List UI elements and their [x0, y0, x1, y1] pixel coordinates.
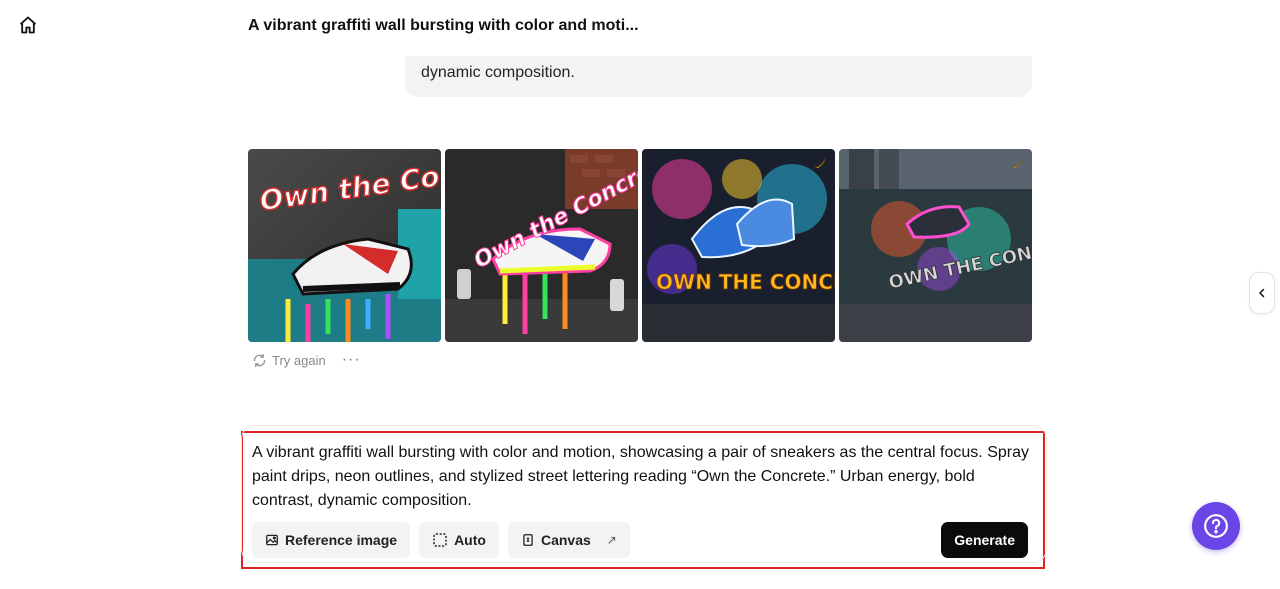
home-icon — [19, 16, 37, 34]
more-options-button[interactable]: ··· — [342, 352, 361, 368]
composer-toolbar: Reference image Auto Canvas ↗ — [252, 522, 630, 558]
generated-image-1[interactable]: Own the Concrete — [248, 149, 441, 342]
canvas-button[interactable]: Canvas ↗ — [507, 522, 630, 558]
reference-image-button[interactable]: Reference image — [252, 522, 411, 558]
home-button[interactable] — [17, 14, 39, 36]
previous-prompt-text: dynamic composition. — [421, 64, 575, 81]
help-button[interactable] — [1192, 502, 1240, 550]
page-title: A vibrant graffiti wall bursting with co… — [248, 17, 639, 34]
prompt-input[interactable]: A vibrant graffiti wall bursting with co… — [252, 441, 1032, 513]
banana-badge-icon — [814, 158, 826, 169]
auto-label: Auto — [454, 532, 486, 548]
reference-image-label: Reference image — [285, 532, 398, 548]
chevron-left-icon — [1259, 288, 1265, 298]
prompt-composer: A vibrant graffiti wall bursting with co… — [241, 425, 1047, 569]
try-again-label: Try again — [272, 352, 326, 368]
image-3-graffiti-text: OWN THE CONCRETE. — [656, 270, 835, 294]
generated-images: Own the Concrete Own the Concrete OWN TH… — [248, 149, 1032, 342]
try-again-button[interactable]: Try again — [252, 353, 326, 368]
generated-image-3[interactable]: OWN THE CONCRETE. — [642, 149, 835, 342]
banana-badge-icon — [1011, 158, 1023, 169]
canvas-label: Canvas — [540, 532, 591, 548]
refresh-icon — [253, 353, 266, 367]
help-question-icon — [1204, 514, 1228, 538]
aspect-ratio-icon — [433, 533, 447, 547]
result-actions: Try again ··· — [252, 352, 361, 368]
generate-button[interactable]: Generate — [941, 522, 1028, 558]
external-arrow-icon: ↗ — [606, 533, 617, 547]
canvas-icon — [523, 534, 533, 546]
image-icon — [266, 534, 278, 546]
generated-image-2[interactable]: Own the Concrete — [445, 149, 638, 342]
side-panel-toggle[interactable] — [1249, 272, 1275, 314]
auto-ratio-button[interactable]: Auto — [419, 522, 499, 558]
generated-image-4[interactable]: OWN THE CONCRETE — [839, 149, 1032, 342]
